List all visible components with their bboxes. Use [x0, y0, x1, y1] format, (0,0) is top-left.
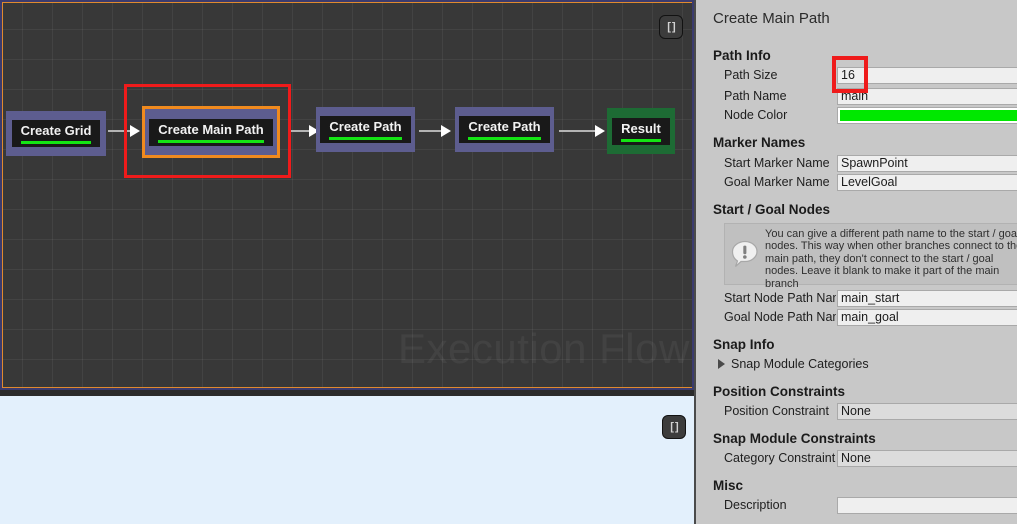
start-marker-name-input[interactable]: SpawnPoint	[837, 155, 1017, 172]
row-label-start-marker-name: Start Marker Name	[724, 156, 830, 170]
path-name-input[interactable]: main	[837, 88, 1017, 105]
node-accent-bar	[158, 139, 264, 143]
brackets-icon[interactable]: [ ]	[659, 15, 683, 39]
inspector-panel: Create Main Path Path Info Path Size 16 …	[694, 0, 1017, 524]
connector-line	[419, 130, 441, 132]
graph-connector-1	[108, 125, 140, 137]
blackboard-pane[interactable]: [ ]	[0, 390, 694, 524]
graph-node-result[interactable]: Result	[607, 108, 675, 154]
graph-connector-4	[559, 125, 605, 137]
graph-node-create-path-2[interactable]: Create Path	[455, 107, 554, 152]
connector-arrowhead	[130, 125, 140, 137]
node-color-swatch	[840, 110, 1017, 121]
goal-marker-name-input[interactable]: LevelGoal	[837, 174, 1017, 191]
row-label-node-color: Node Color	[724, 108, 788, 122]
node-chip: Create Path	[320, 116, 411, 143]
section-header-snap-module-constraints: Snap Module Constraints	[713, 431, 876, 446]
page-title: Create Main Path	[713, 10, 830, 27]
node-label: Create Grid	[20, 123, 92, 138]
row-label-category-constraint: Category Constraint	[724, 451, 836, 465]
row-label-goal-node-path-name: Goal Node Path Name	[724, 310, 836, 324]
node-label: Result	[621, 120, 661, 136]
start-node-path-name-input[interactable]: main_start	[837, 290, 1017, 307]
section-header-path-info: Path Info	[713, 48, 771, 63]
node-accent-bar	[468, 137, 541, 140]
connector-line	[559, 130, 595, 132]
info-exclamation-icon	[731, 240, 759, 268]
row-label-path-name: Path Name	[724, 89, 787, 103]
connector-line	[108, 130, 130, 132]
graph-node-create-main-path[interactable]: Create Main Path	[142, 106, 280, 158]
row-label-start-node-path-name: Start Node Path Name	[724, 291, 836, 305]
brackets-icon[interactable]: [ ]	[662, 415, 686, 439]
node-accent-bar	[329, 137, 402, 140]
connector-arrowhead	[595, 125, 605, 137]
path-size-input[interactable]: 16	[837, 67, 1017, 84]
graph-node-create-path-1[interactable]: Create Path	[316, 107, 415, 152]
section-header-marker-names: Marker Names	[713, 135, 806, 150]
section-header-snap-info: Snap Info	[713, 337, 775, 352]
section-header-start-goal-nodes: Start / Goal Nodes	[713, 202, 831, 217]
row-label-position-constraint: Position Constraint	[724, 404, 829, 418]
connector-line	[291, 130, 309, 132]
graph-watermark: Execution Flow	[398, 325, 690, 372]
node-chip: Create Grid	[11, 120, 101, 147]
node-chip: Result	[612, 117, 670, 145]
section-header-misc: Misc	[713, 478, 744, 493]
graph-connector-3	[419, 125, 451, 137]
node-label: Create Path	[468, 119, 541, 134]
chevron-right-icon	[718, 359, 725, 369]
app-root: Execution Flow Create Grid Create Main P…	[0, 0, 1017, 524]
node-label: Create Path	[329, 119, 402, 134]
graph-node-create-grid[interactable]: Create Grid	[6, 111, 106, 156]
graph-connector-2	[291, 125, 319, 137]
description-input[interactable]	[837, 497, 1017, 514]
foldout-label: Snap Module Categories	[731, 357, 869, 371]
node-chip: Create Main Path	[149, 118, 273, 146]
section-header-position-constraints: Position Constraints	[713, 384, 846, 399]
connector-arrowhead	[441, 125, 451, 137]
node-label: Create Main Path	[158, 121, 264, 137]
row-label-goal-marker-name: Goal Marker Name	[724, 175, 830, 189]
help-box: You can give a different path name to th…	[724, 223, 1017, 290]
goal-node-path-name-input[interactable]: main_goal	[837, 309, 1017, 326]
row-label-description: Description	[724, 498, 787, 512]
node-chip: Create Path	[459, 116, 550, 143]
node-accent-bar	[621, 138, 661, 142]
node-accent-bar	[20, 141, 92, 144]
row-label-path-size: Path Size	[724, 68, 778, 82]
category-constraint-dropdown[interactable]: None	[837, 450, 1017, 467]
position-constraint-dropdown[interactable]: None	[837, 403, 1017, 420]
graph-canvas[interactable]: Execution Flow Create Grid Create Main P…	[3, 3, 692, 387]
foldout-snap-module-categories[interactable]: Snap Module Categories	[718, 357, 869, 371]
node-color-picker[interactable]	[837, 107, 1017, 124]
execution-flow-graph-pane[interactable]: Execution Flow Create Grid Create Main P…	[0, 0, 694, 390]
help-text: You can give a different path name to th…	[765, 228, 1017, 290]
